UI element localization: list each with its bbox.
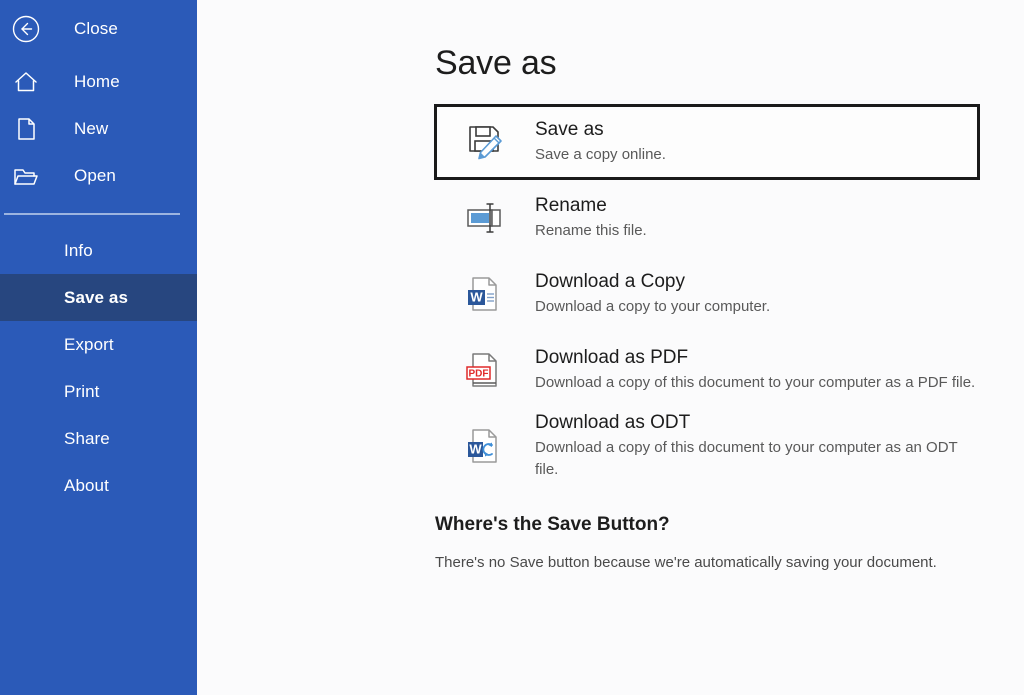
option-download-as-odt[interactable]: W Download as ODT Download a copy of thi… xyxy=(434,408,980,484)
sidebar-item-info[interactable]: Info xyxy=(0,227,197,274)
open-folder-icon xyxy=(10,161,42,191)
svg-text:W: W xyxy=(470,290,483,305)
option-title: Save as xyxy=(535,119,604,140)
pdf-document-icon: PDF xyxy=(461,347,507,393)
new-document-icon xyxy=(10,114,42,144)
option-desc: Download a copy of this document to your… xyxy=(535,439,958,478)
svg-text:PDF: PDF xyxy=(469,369,489,380)
rename-textbox-icon xyxy=(461,195,507,241)
sidebar-item-export[interactable]: Export xyxy=(0,321,197,368)
option-title: Download as PDF xyxy=(535,347,689,368)
odt-convert-document-icon: W xyxy=(461,423,507,469)
sidebar-divider xyxy=(4,213,180,215)
option-desc: Save a copy online. xyxy=(535,146,666,163)
option-title: Rename xyxy=(535,195,607,216)
back-arrow-circle-icon xyxy=(10,13,42,45)
save-as-options-list: Save as Save a copy online. Rename Renam… xyxy=(197,104,1024,484)
option-save-as[interactable]: Save as Save a copy online. xyxy=(434,104,980,180)
save-button-info-section: Where's the Save Button? There's no Save… xyxy=(435,514,1024,571)
option-download-a-copy[interactable]: W Download a Copy Download a copy to you… xyxy=(434,256,980,332)
svg-text:W: W xyxy=(469,442,482,457)
sidebar: Close Home New Open Info Save as Export … xyxy=(0,0,197,695)
page-title: Save as xyxy=(435,44,557,82)
sidebar-item-label: Open xyxy=(74,165,116,185)
option-title: Download a Copy xyxy=(535,271,685,292)
sidebar-item-share[interactable]: Share xyxy=(0,415,197,462)
save-button-info-desc: There's no Save button because we're aut… xyxy=(435,554,937,571)
sidebar-item-open[interactable]: Open xyxy=(0,152,197,199)
close-button[interactable]: Close xyxy=(0,0,197,58)
main-content: Save as Save as Save a copy online. Rena… xyxy=(197,0,1024,695)
sidebar-item-label: New xyxy=(74,118,109,138)
save-button-info-title: Where's the Save Button? xyxy=(435,514,670,535)
home-icon xyxy=(10,67,42,97)
word-document-icon: W xyxy=(461,271,507,317)
sidebar-item-print[interactable]: Print xyxy=(0,368,197,415)
option-desc: Rename this file. xyxy=(535,222,647,239)
option-desc: Download a copy of this document to your… xyxy=(535,374,976,391)
sidebar-item-about[interactable]: About xyxy=(0,462,197,509)
sidebar-item-label: Home xyxy=(74,71,120,91)
option-rename[interactable]: Rename Rename this file. xyxy=(434,180,980,256)
sidebar-item-home[interactable]: Home xyxy=(0,58,197,105)
sidebar-item-new[interactable]: New xyxy=(0,105,197,152)
save-as-floppy-pencil-icon xyxy=(461,119,507,165)
sidebar-item-save-as[interactable]: Save as xyxy=(0,274,197,321)
close-label: Close xyxy=(74,19,118,38)
option-download-as-pdf[interactable]: PDF Download as PDF Download a copy of t… xyxy=(434,332,980,408)
option-title: Download as ODT xyxy=(535,412,691,433)
option-desc: Download a copy to your computer. xyxy=(535,298,771,315)
